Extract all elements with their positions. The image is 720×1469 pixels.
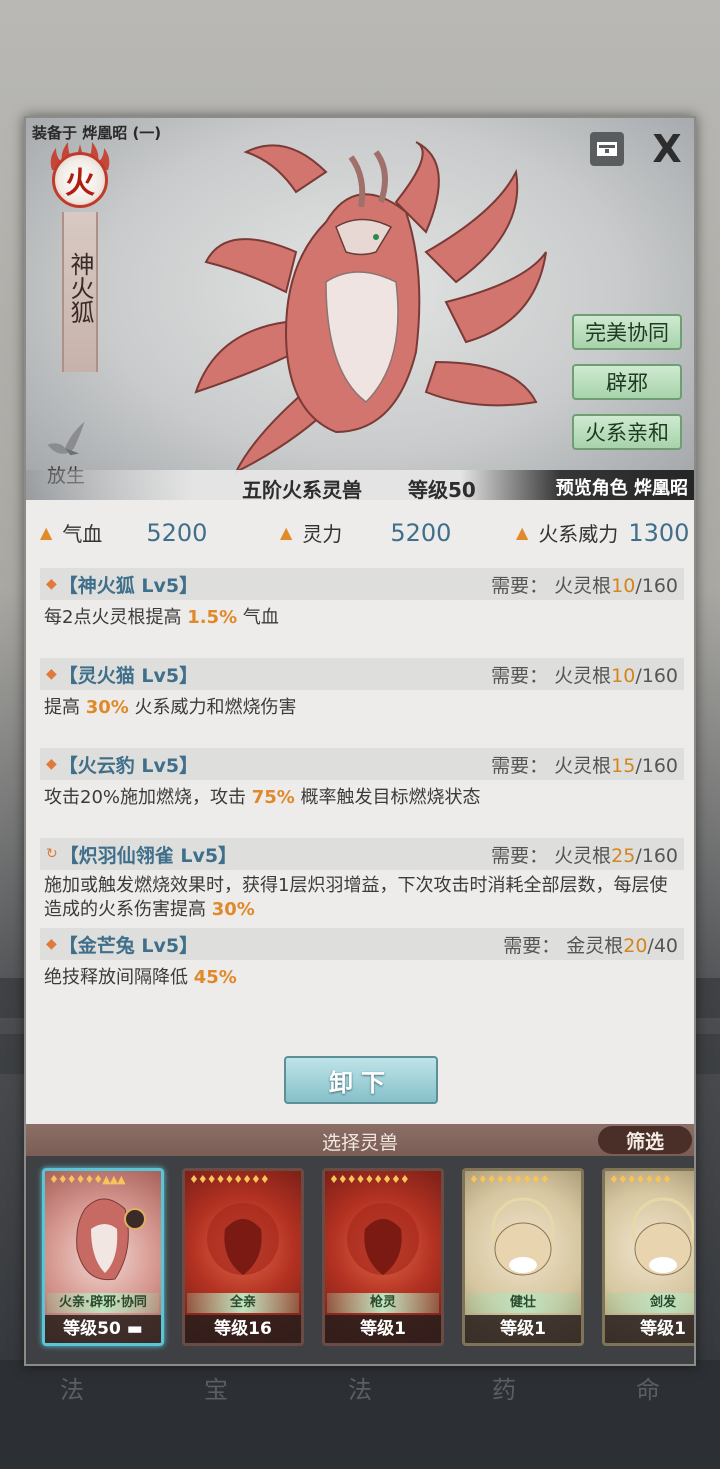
select-beast-title: 选择灵兽: [321, 1132, 398, 1154]
diamond-icon: ◆: [46, 936, 57, 952]
skill-tag-perfect-synergy[interactable]: 完美协同: [572, 314, 682, 350]
background-nav-item: 宝: [204, 1376, 228, 1404]
card-trait: 全亲: [187, 1293, 299, 1313]
star-rating-icon: ♦♦♦♦♦♦♦♦♦: [329, 1173, 410, 1186]
star-rating-icon: ♦♦♦♦♦♦♦: [609, 1173, 672, 1186]
card-trait: 枪灵: [327, 1293, 439, 1313]
rabbit-thumbnail: [631, 1197, 694, 1276]
beast-card-selected[interactable]: ♦♦♦♦♦♦▲▲▲ 火亲·辟邪·协同 等级50 ▬: [42, 1168, 164, 1346]
card-level: 等级1: [605, 1315, 694, 1343]
skill-header: ◆ 【火云豹 Lv5】 需要： 火灵根15/160: [40, 748, 684, 780]
save-button[interactable]: [590, 132, 624, 166]
diamond-icon: ◆: [46, 576, 57, 592]
unequip-button[interactable]: 卸下: [284, 1056, 438, 1104]
fire-demon-thumbnail: [207, 1203, 279, 1275]
card-save-icon: ▬: [126, 1319, 143, 1339]
skill-header: ◆ 【神火狐 Lv5】 需要： 火灵根10/160: [40, 568, 684, 600]
card-level: 等级50 ▬: [45, 1315, 161, 1343]
card-trait: 火亲·辟邪·协同: [47, 1293, 159, 1313]
passive-skill: ◆ 【灵火猫 Lv5】 需要： 火灵根10/160 提高 30% 火系威力和燃烧…: [40, 658, 684, 720]
up-arrow-icon: ▲: [40, 523, 53, 542]
card-trait: 健壮: [467, 1293, 579, 1313]
stat-hp: ▲ 气血 5200: [40, 518, 207, 547]
background-nav-item: 法: [60, 1376, 84, 1404]
skill-description: 施加或触发燃烧效果时，获得1层炽羽增益，下次攻击时消耗全部层数，每层使造成的火系…: [44, 875, 668, 920]
skill-description: 攻击20%施加燃烧，攻击 75% 概率触发目标燃烧状态: [44, 787, 481, 808]
bird-icon: [47, 421, 85, 456]
beast-card[interactable]: ♦♦♦♦♦♦♦♦♦ 健壮 等级1: [462, 1168, 584, 1346]
skill-header: ◆ 【金芒兔 Lv5】 需要： 金灵根20/40: [40, 928, 684, 960]
background-nav-item: 药: [492, 1376, 516, 1404]
skill-description: 绝技释放间隔降低 45%: [44, 967, 237, 988]
rabbit-thumbnail: [491, 1197, 555, 1276]
passive-skill: ◆ 【神火狐 Lv5】 需要： 火灵根10/160 每2点火灵根提高 1.5% …: [40, 568, 684, 630]
skill-tag-fire-affinity[interactable]: 火系亲和: [572, 414, 682, 450]
skill-title: 【灵火猫 Lv5】: [58, 664, 199, 687]
card-level: 等级1: [465, 1315, 581, 1343]
skill-requirement: 需要： 火灵根25/160: [491, 844, 678, 867]
preview-character[interactable]: 预览角色 烨凰昭: [556, 474, 688, 500]
skill-tag-ward-evil[interactable]: 辟邪: [572, 364, 682, 400]
card-save-icon: [597, 142, 617, 156]
skill-requirement: 需要： 火灵根10/160: [491, 664, 678, 687]
skill-title: 【神火狐 Lv5】: [58, 574, 199, 597]
beast-tier: 五阶火系灵兽: [242, 478, 362, 502]
stats-row: ▲ 气血 5200 ▲ 灵力 5200 ▲ 火系威力 1300: [26, 510, 694, 554]
skill-title: 【火云豹 Lv5】: [58, 754, 199, 777]
skill-title: 【金芒兔 Lv5】: [58, 934, 199, 957]
background-nav-item: 法: [348, 1376, 372, 1404]
beast-card[interactable]: ♦♦♦♦♦♦♦♦♦ 全亲 等级16: [182, 1168, 304, 1346]
skill-header: ↻ 【炽羽仙翎雀 Lv5】 需要： 火灵根25/160: [40, 838, 684, 870]
skill-requirement: 需要： 火灵根15/160: [491, 754, 678, 777]
hero-section: 装备于 烨凰昭 (一) 火 神火狐 X 完美协同 辟邪 火系亲和 五阶火系灵兽 …: [26, 118, 694, 502]
beast-name-banner: 神火狐: [62, 212, 98, 372]
select-beast-bar: 选择灵兽 筛选: [26, 1124, 694, 1156]
beast-level: 等级50: [408, 478, 476, 502]
fire-fox-illustration: [194, 141, 547, 475]
fire-fox-thumbnail: [76, 1198, 146, 1281]
star-rating-icon: ♦♦♦♦♦♦♦♦♦: [469, 1173, 550, 1186]
beast-name: 神火狐: [66, 252, 94, 324]
passive-skill: ◆ 【金芒兔 Lv5】 需要： 金灵根20/40 绝技释放间隔降低 45%: [40, 928, 684, 990]
stat-fire-power: ▲ 火系威力 1300: [516, 518, 689, 547]
cycle-icon: ↻: [46, 846, 58, 862]
star-rating-icon: ♦♦♦♦♦♦♦♦♦: [189, 1173, 270, 1186]
stat-value: 1300: [628, 518, 690, 547]
stat-label: 火系威力: [538, 522, 619, 546]
passive-skill: ◆ 【火云豹 Lv5】 需要： 火灵根15/160 攻击20%施加燃烧，攻击 7…: [40, 748, 684, 810]
filter-button[interactable]: 筛选: [598, 1126, 692, 1154]
skill-description: 每2点火灵根提高 1.5% 气血: [44, 607, 279, 628]
stat-label: 气血: [62, 522, 103, 546]
fire-demon-thumbnail: [347, 1203, 419, 1275]
diamond-icon: ◆: [46, 756, 57, 772]
up-arrow-icon: ▲: [280, 523, 293, 542]
spirit-beast-panel: 装备于 烨凰昭 (一) 火 神火狐 X 完美协同 辟邪 火系亲和 五阶火系灵兽 …: [24, 116, 696, 1366]
star-rating-icon: ♦♦♦♦♦♦▲▲▲: [49, 1173, 126, 1186]
up-arrow-icon: ▲: [516, 523, 529, 542]
background-nav-item: 命: [636, 1376, 660, 1404]
skill-requirement: 需要： 火灵根10/160: [491, 574, 678, 597]
stat-label: 灵力: [302, 522, 343, 546]
close-button[interactable]: X: [650, 127, 684, 171]
stat-value: 5200: [390, 518, 452, 547]
diamond-icon: ◆: [46, 666, 57, 682]
card-level: 等级16: [185, 1315, 301, 1343]
passive-skill: ↻ 【炽羽仙翎雀 Lv5】 需要： 火灵根25/160 施加或触发燃烧效果时，获…: [40, 838, 684, 922]
stat-mana: ▲ 灵力 5200: [280, 518, 451, 547]
background-nav: 法 宝 法 药 命: [0, 1360, 720, 1469]
card-level: 等级1: [325, 1315, 441, 1343]
skill-header: ◆ 【灵火猫 Lv5】 需要： 火灵根10/160: [40, 658, 684, 690]
stat-value: 5200: [146, 518, 208, 547]
skill-title: 【炽羽仙翎雀 Lv5】: [59, 844, 238, 867]
beast-card[interactable]: ♦♦♦♦♦♦♦ 剑发 等级1: [602, 1168, 694, 1346]
close-icon: X: [652, 127, 682, 171]
fire-element-badge: 火: [52, 152, 108, 208]
skill-requirement: 需要： 金灵根20/40: [503, 934, 678, 957]
beast-card[interactable]: ♦♦♦♦♦♦♦♦♦ 枪灵 等级1: [322, 1168, 444, 1346]
skill-description: 提高 30% 火系威力和燃烧伤害: [44, 697, 297, 718]
beast-card-list: ♦♦♦♦♦♦▲▲▲ 火亲·辟邪·协同 等级50 ▬ ♦♦♦♦♦♦♦♦♦ 全亲 等…: [26, 1156, 694, 1364]
card-trait: 剑发: [607, 1293, 694, 1313]
